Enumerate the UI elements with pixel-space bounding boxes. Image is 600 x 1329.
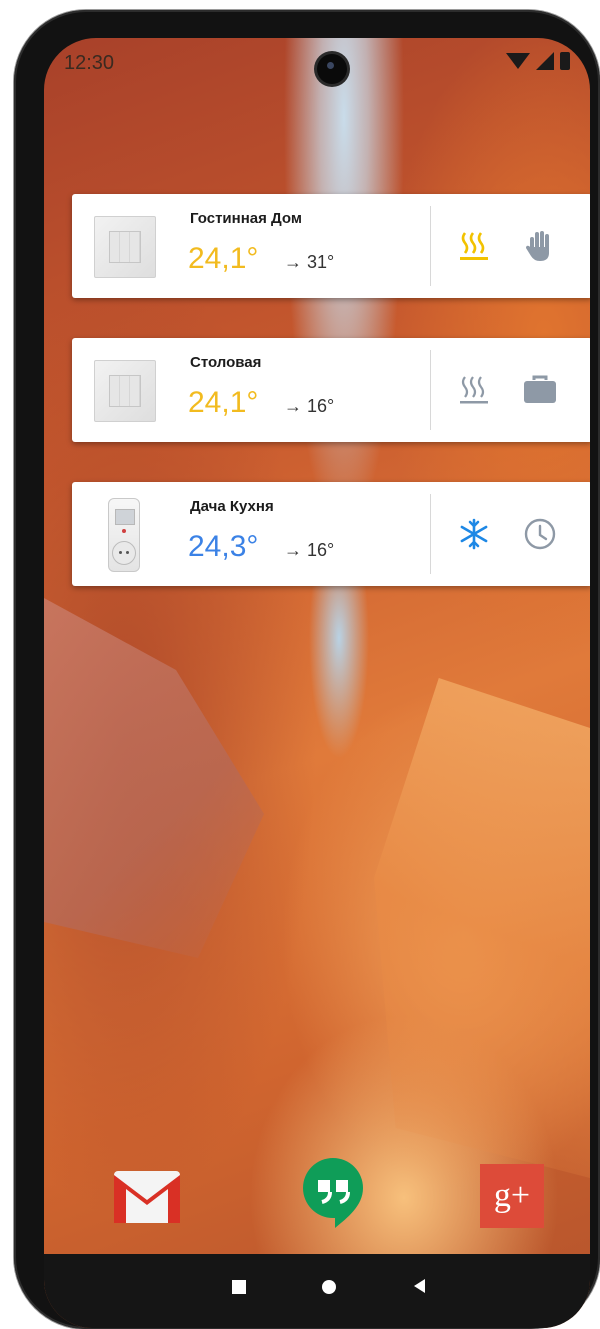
target-temperature: → 16° <box>284 540 335 560</box>
square-icon <box>232 1280 246 1294</box>
camera-icon <box>317 54 347 84</box>
current-temperature: 24,1° <box>188 386 259 419</box>
back-triangle-icon <box>414 1279 425 1293</box>
wifi-icon <box>506 53 530 69</box>
thermostat-panel-image <box>94 360 156 422</box>
status-bar: 12:30 <box>44 38 590 88</box>
divider <box>430 206 431 286</box>
target-temperature: → 16° <box>284 396 335 416</box>
thermostat-panel-image <box>94 216 156 278</box>
room-name: Гостинная Дом <box>190 210 302 227</box>
wallpaper-rock-left <box>44 598 264 958</box>
target-temperature: → 31° <box>284 252 335 272</box>
divider <box>430 494 431 574</box>
divider <box>430 350 431 430</box>
status-time: 12:30 <box>64 52 115 74</box>
wallpaper-rock-right <box>374 678 590 1178</box>
navigation-bar <box>44 1254 590 1328</box>
heating-icon[interactable] <box>456 228 492 264</box>
home-screen: 12:30 Гостинная Дом 24,1° → 31° Столовая… <box>44 38 590 1328</box>
briefcase-icon[interactable] <box>522 372 558 408</box>
battery-icon <box>560 52 570 70</box>
hangouts-icon[interactable] <box>298 1158 368 1228</box>
phone-frame: 12:30 Гостинная Дом 24,1° → 31° Столовая… <box>14 10 600 1329</box>
room-name: Столовая <box>190 354 262 371</box>
thermostat-widget[interactable]: Гостинная Дом 24,1° → 31° <box>72 194 590 298</box>
snowflake-icon[interactable] <box>456 516 492 552</box>
home-button[interactable] <box>322 1280 336 1294</box>
smart-plug-image <box>94 498 154 572</box>
smart-plug-widget[interactable]: Дача Кухня 24,3° → 16° <box>72 482 590 586</box>
room-name: Дача Кухня <box>190 498 274 515</box>
circle-icon <box>322 1280 336 1294</box>
system-icons <box>506 52 570 70</box>
current-temperature: 24,3° <box>188 530 259 563</box>
back-button[interactable] <box>414 1279 425 1293</box>
current-temperature: 24,1° <box>188 242 259 275</box>
recents-button[interactable] <box>232 1280 246 1294</box>
signal-icon <box>536 52 554 70</box>
google-plus-icon[interactable]: g+ <box>480 1164 544 1228</box>
clock-icon[interactable] <box>522 516 558 552</box>
google-plus-label: g+ <box>493 1177 531 1214</box>
thermostat-widget[interactable]: Столовая 24,1° → 16° <box>72 338 590 442</box>
hand-icon[interactable] <box>522 228 558 264</box>
gmail-icon[interactable] <box>112 1162 182 1232</box>
heating-icon[interactable] <box>456 372 492 408</box>
